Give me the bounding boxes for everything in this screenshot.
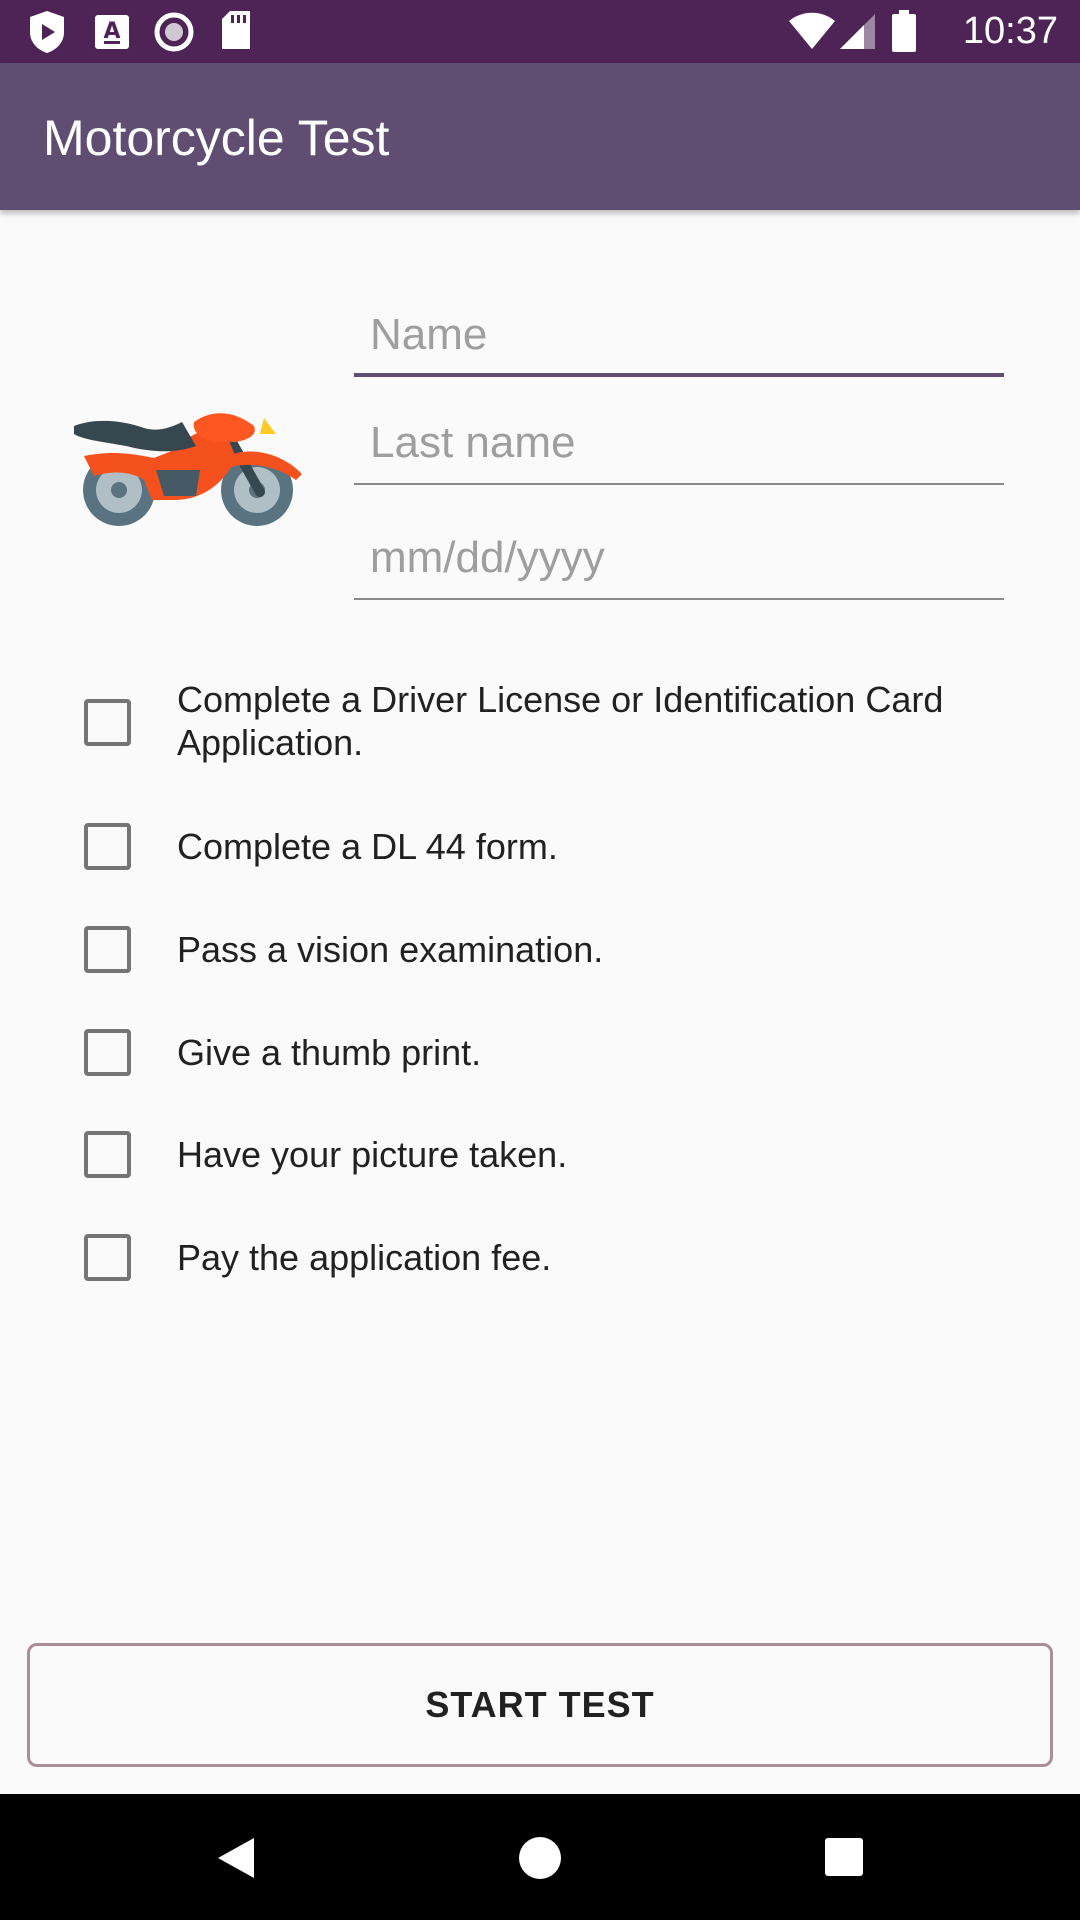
font-icon: A [94,14,130,55]
app-title: Motorcycle Test [43,110,390,166]
status-icons-right: 10:37 [788,8,1058,54]
sd-card-icon [220,10,252,55]
name-input[interactable] [354,297,1004,373]
checkbox[interactable] [84,1234,131,1281]
svg-text:A: A [103,19,120,44]
checkbox[interactable] [84,1029,131,1076]
cell-signal-icon [840,14,876,55]
date-field-container [354,520,1004,600]
checklist-label: Complete a Driver License or Identificat… [177,679,944,763]
name-underline [354,373,1004,377]
checklist-label: Pay the application fee. [177,1237,552,1278]
checklist-label: Pass a vision examination. [177,929,604,970]
back-icon[interactable] [214,1836,256,1885]
checklist-item-2[interactable]: Complete a DL 44 form. [0,823,1080,873]
date-underline [354,598,1004,600]
name-field-container [354,297,1004,377]
start-test-button[interactable]: START TEST [27,1643,1053,1767]
last-name-field-container [354,405,1004,485]
status-bar: A 10:37 [0,0,1080,63]
battery-icon [892,10,916,57]
checklist-label: Give a thumb print. [177,1032,482,1073]
last-name-underline [354,483,1004,485]
status-time: 10:37 [962,10,1058,52]
checklist-item-3[interactable]: Pass a vision examination. [0,926,1080,976]
checklist-item-5[interactable]: Have your picture taken. [0,1131,1080,1181]
navigation-bar [0,1794,1080,1920]
checklist-item-4[interactable]: Give a thumb print. [0,1029,1080,1079]
checklist-item-1[interactable]: Complete a Driver License or Identificat… [0,678,1080,768]
checklist-label: Have your picture taken. [177,1134,568,1175]
recents-icon[interactable] [824,1837,864,1882]
checkbox[interactable] [84,1131,131,1178]
date-input[interactable] [354,520,1004,596]
shield-play-icon [28,10,66,59]
checklist-label: Complete a DL 44 form. [177,826,558,867]
checklist-item-6[interactable]: Pay the application fee. [0,1234,1080,1284]
last-name-input[interactable] [354,405,1004,481]
home-icon[interactable] [518,1836,562,1885]
app-bar: Motorcycle Test [0,63,1080,210]
record-icon [154,12,194,57]
checkbox[interactable] [84,926,131,973]
motorcycle-icon [74,388,306,536]
checkbox[interactable] [84,699,131,746]
wifi-icon [788,12,836,55]
checkbox[interactable] [84,823,131,870]
